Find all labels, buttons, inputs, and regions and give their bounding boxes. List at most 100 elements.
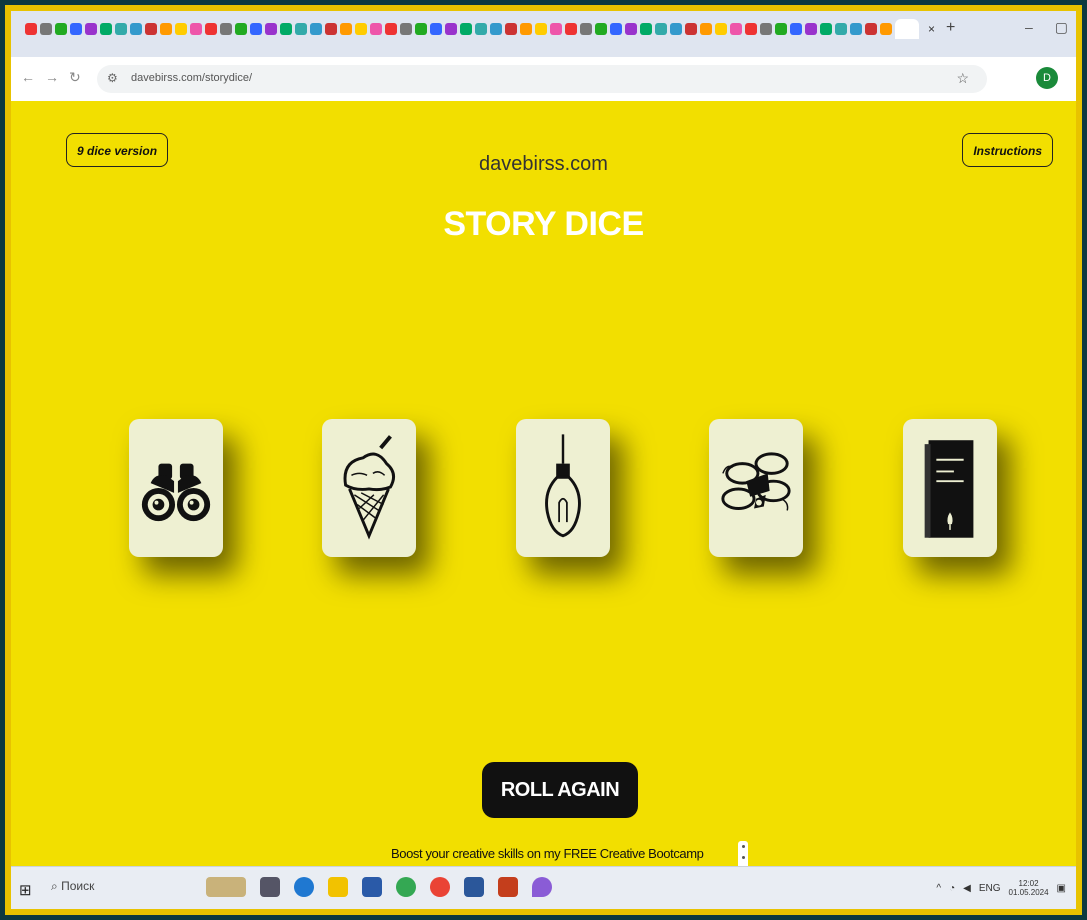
browser-tab[interactable]	[655, 23, 667, 35]
browser-tab[interactable]	[550, 23, 562, 35]
browser-tab[interactable]	[385, 23, 397, 35]
browser-tab[interactable]	[355, 23, 367, 35]
roll-again-button[interactable]: ROLL AGAIN	[482, 762, 638, 818]
browser-tab[interactable]	[535, 23, 547, 35]
ice-cream-icon	[343, 435, 396, 540]
browser-tab[interactable]	[145, 23, 157, 35]
browser-tab[interactable]	[730, 23, 742, 35]
browser-tab[interactable]	[205, 23, 217, 35]
chrome-profile-icon[interactable]	[430, 877, 450, 897]
browser-tab[interactable]	[190, 23, 202, 35]
browser-tab[interactable]	[820, 23, 832, 35]
browser-tab[interactable]	[640, 23, 652, 35]
browser-tab[interactable]	[850, 23, 862, 35]
browser-tab[interactable]	[55, 23, 67, 35]
word-icon[interactable]	[464, 877, 484, 897]
tab-close-icon[interactable]: ×	[928, 22, 935, 41]
browser-tab[interactable]	[760, 23, 772, 35]
light-bulb-icon	[545, 434, 581, 538]
browser-tab[interactable]	[700, 23, 712, 35]
browser-tab[interactable]	[220, 23, 232, 35]
clock[interactable]: 12:02 01.05.2024	[1009, 879, 1049, 897]
browser-tab[interactable]	[130, 23, 142, 35]
browser-tab[interactable]	[25, 23, 37, 35]
taskbar-search[interactable]: ⌕ Поиск	[51, 879, 94, 894]
browser-tab[interactable]	[370, 23, 382, 35]
browser-tab[interactable]	[250, 23, 262, 35]
browser-tab[interactable]	[745, 23, 757, 35]
store-icon[interactable]	[362, 877, 382, 897]
task-view-icon[interactable]	[260, 877, 280, 897]
browser-tab[interactable]	[475, 23, 487, 35]
edge-browser-icon[interactable]	[294, 877, 314, 897]
browser-tab[interactable]	[400, 23, 412, 35]
back-icon[interactable]: ←	[21, 69, 35, 85]
taskbar-apps	[206, 877, 552, 897]
browser-tab[interactable]	[610, 23, 622, 35]
new-tab-button[interactable]: +	[946, 19, 955, 41]
chrome-icon[interactable]	[396, 877, 416, 897]
browser-tab[interactable]	[100, 23, 112, 35]
profile-avatar[interactable]: D	[1036, 67, 1058, 89]
powerpoint-icon[interactable]	[498, 877, 518, 897]
network-icon[interactable]: ◔	[949, 883, 955, 894]
file-explorer-icon[interactable]	[328, 877, 348, 897]
tab-list: × +	[25, 19, 956, 41]
clock-time: 12:02	[1018, 879, 1039, 888]
volume-icon[interactable]: ◀	[963, 883, 971, 894]
browser-tab[interactable]	[505, 23, 517, 35]
browser-tab[interactable]	[175, 23, 187, 35]
browser-tab[interactable]	[265, 23, 277, 35]
browser-tab[interactable]	[520, 23, 532, 35]
browser-tab[interactable]	[460, 23, 472, 35]
browser-tab[interactable]	[565, 23, 577, 35]
browser-tab[interactable]	[805, 23, 817, 35]
url-text[interactable]: davebirss.com/storydice/	[131, 72, 252, 84]
browser-tab[interactable]	[325, 23, 337, 35]
browser-tab[interactable]	[415, 23, 427, 35]
drone-icon	[721, 452, 791, 511]
browser-tab[interactable]	[790, 23, 802, 35]
browser-tab[interactable]	[595, 23, 607, 35]
system-tray: ^ ◔ ◀ ENG 12:02 01.05.2024 ▣	[936, 879, 1066, 897]
browser-tab[interactable]	[340, 23, 352, 35]
notifications-icon[interactable]: ▣	[1057, 883, 1066, 894]
browser-tab[interactable]	[625, 23, 637, 35]
browser-tab[interactable]	[865, 23, 877, 35]
browser-tab[interactable]	[40, 23, 52, 35]
browser-tab[interactable]	[880, 23, 892, 35]
browser-tab[interactable]	[430, 23, 442, 35]
browser-tab[interactable]	[775, 23, 787, 35]
browser-tab[interactable]	[310, 23, 322, 35]
maximize-button[interactable]: ▢	[1055, 19, 1068, 36]
browser-tab[interactable]	[715, 23, 727, 35]
address-bar[interactable]: ⚙ davebirss.com/storydice/ ☆	[97, 65, 987, 93]
windows-taskbar: ⊞ ⌕ Поиск ^ ◔ ◀ ENG 12:02 01.05.2024 ▣	[11, 866, 1076, 909]
language-indicator[interactable]: ENG	[979, 883, 1001, 894]
browser-tab[interactable]	[490, 23, 502, 35]
forward-icon[interactable]: →	[45, 69, 59, 85]
die-light-bulb	[516, 419, 610, 557]
bookmark-star-icon[interactable]: ☆	[956, 70, 969, 87]
browser-tab[interactable]	[580, 23, 592, 35]
browser-tab[interactable]	[670, 23, 682, 35]
browser-tab[interactable]	[160, 23, 172, 35]
browser-tab[interactable]	[280, 23, 292, 35]
browser-tab[interactable]	[115, 23, 127, 35]
reload-icon[interactable]: ↻	[69, 69, 81, 86]
browser-tab[interactable]	[235, 23, 247, 35]
site-settings-icon[interactable]: ⚙	[107, 71, 118, 85]
browser-tab[interactable]	[445, 23, 457, 35]
app-icon[interactable]	[532, 877, 552, 897]
news-widget-icon[interactable]	[206, 877, 246, 897]
windows-start-icon[interactable]: ⊞	[19, 881, 32, 899]
browser-tab[interactable]	[85, 23, 97, 35]
minimize-button[interactable]: –	[1025, 19, 1033, 36]
browser-tab[interactable]	[70, 23, 82, 35]
browser-tab[interactable]	[685, 23, 697, 35]
browser-tab[interactable]	[295, 23, 307, 35]
bootcamp-promo-link[interactable]: Boost your creative skills on my FREE Cr…	[391, 846, 704, 861]
browser-tab[interactable]	[835, 23, 847, 35]
chevron-up-icon[interactable]: ^	[936, 883, 941, 894]
active-tab[interactable]	[895, 19, 919, 39]
